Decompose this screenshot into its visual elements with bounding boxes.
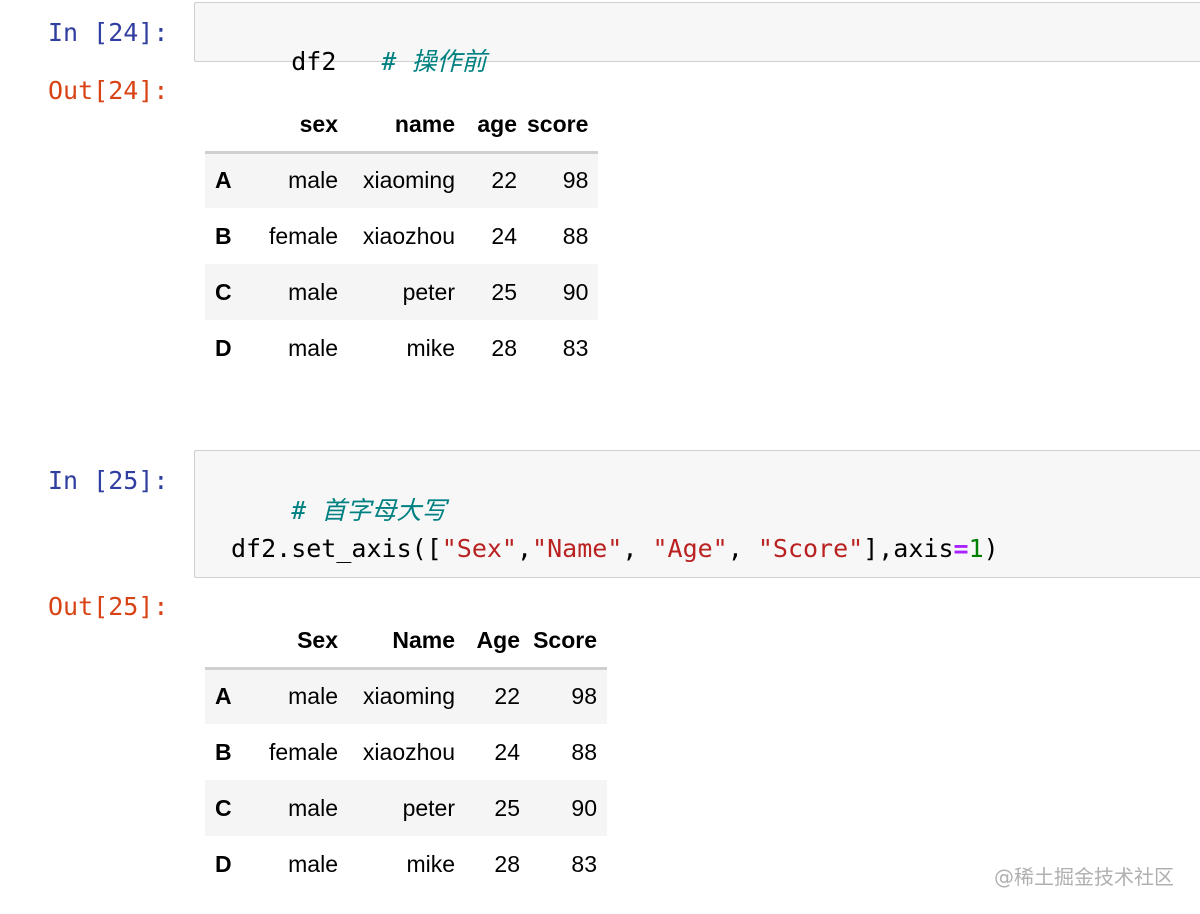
table-cell: 22 [494, 683, 520, 710]
index-header [205, 98, 243, 154]
row-index: D [215, 850, 232, 877]
table-row: D male mike 28 83 [205, 320, 598, 376]
code-line: df2 # 操作前 [231, 17, 487, 107]
code-comment: # 首字母大写 [291, 496, 447, 525]
input-prompt-24: In [24]: [48, 18, 169, 47]
column-header: age [455, 98, 517, 154]
table-cell: male [288, 278, 338, 305]
table-cell: 28 [494, 850, 520, 877]
table-cell: 88 [571, 738, 597, 765]
code-token: , [516, 534, 533, 563]
column-header: name [338, 98, 455, 154]
table-cell: 22 [491, 167, 517, 194]
table-cell: xiaozhou [362, 222, 455, 249]
dataframe-output-25: Sex Name Age Score A male xiaoming 22 98… [205, 614, 607, 892]
code-token: ) [983, 534, 999, 563]
input-prompt-25: In [25]: [48, 466, 169, 495]
code-cell-input-24[interactable]: df2 # 操作前 [194, 2, 1200, 76]
table-cell: xiaozhou [362, 738, 455, 765]
code-string: "Age" [652, 534, 728, 563]
column-header: Age [455, 614, 520, 670]
table-cell: 88 [562, 222, 589, 249]
table-cell: male [288, 850, 338, 877]
column-header: Score [520, 614, 607, 670]
column-header: Sex [243, 614, 338, 670]
output-prompt-24: Out[24]: [48, 76, 169, 105]
table-cell: xiaoming [362, 167, 455, 194]
table-row: C male peter 25 90 [205, 780, 607, 836]
output-prompt-25: Out[25]: [48, 592, 169, 621]
table-cell: female [268, 222, 338, 249]
row-index: D [215, 334, 232, 361]
table-header-row: sex name age score [205, 98, 599, 154]
table-cell: 90 [562, 278, 589, 305]
row-index: A [215, 683, 232, 710]
dataframe-output-24: sex name age score A male xiaoming 22 98… [205, 98, 599, 376]
column-header: sex [243, 98, 338, 154]
table-cell: female [268, 738, 338, 765]
table-cell: 98 [571, 683, 597, 710]
code-cell-input-25[interactable]: # 首字母大写 df2.set_axis(["Sex","Name", "Age… [194, 450, 1200, 578]
table-row: C male peter 25 90 [205, 264, 599, 320]
code-token: ],axis [863, 534, 954, 563]
table-cell: 24 [491, 222, 517, 249]
code-comment: # 操作前 [381, 47, 487, 76]
row-index: A [215, 167, 232, 194]
table-row: D male mike 28 83 [205, 836, 607, 892]
table-row: B female xiaozhou 24 88 [205, 208, 598, 264]
row-index: B [215, 738, 232, 765]
row-index: B [215, 222, 232, 249]
watermark: @稀土掘金技术社区 [994, 865, 1174, 889]
table-cell: mike [406, 334, 455, 361]
code-token: df2.set_axis([ [231, 534, 442, 563]
code-token: , [727, 534, 758, 563]
code-number: 1 [968, 534, 984, 563]
table-cell: mike [406, 850, 455, 877]
table-cell: male [288, 334, 338, 361]
table-cell: xiaoming [362, 683, 455, 710]
table-cell: 83 [562, 334, 589, 361]
code-variable: df2 [291, 47, 337, 76]
table-cell: male [288, 794, 338, 821]
column-header: Name [338, 614, 455, 670]
table-cell: peter [402, 794, 455, 821]
code-string: "Sex" [441, 534, 517, 563]
table-cell: male [288, 167, 338, 194]
column-header: score [517, 98, 599, 154]
code-line: df2.set_axis(["Sex","Name", "Age", "Scor… [231, 534, 999, 564]
table-row: A male xiaoming 22 98 [205, 152, 599, 208]
code-token: , [622, 534, 653, 563]
table-cell: 25 [494, 794, 520, 821]
row-index: C [215, 278, 232, 305]
table-cell: male [288, 683, 338, 710]
table-cell: 24 [494, 738, 520, 765]
code-string: "Score" [757, 534, 864, 563]
table-cell: 98 [562, 167, 589, 194]
row-index: C [215, 794, 232, 821]
table-cell: 28 [491, 334, 517, 361]
table-row: B female xiaozhou 24 88 [205, 724, 607, 780]
index-header [205, 614, 243, 670]
table-cell: 83 [571, 850, 597, 877]
table-cell: 25 [491, 278, 517, 305]
table-header-row: Sex Name Age Score [205, 614, 607, 670]
table-cell: peter [402, 278, 455, 305]
table-cell: 90 [571, 794, 597, 821]
code-string: "Name" [532, 534, 623, 563]
code-operator: = [953, 534, 969, 563]
table-row: A male xiaoming 22 98 [205, 668, 607, 724]
